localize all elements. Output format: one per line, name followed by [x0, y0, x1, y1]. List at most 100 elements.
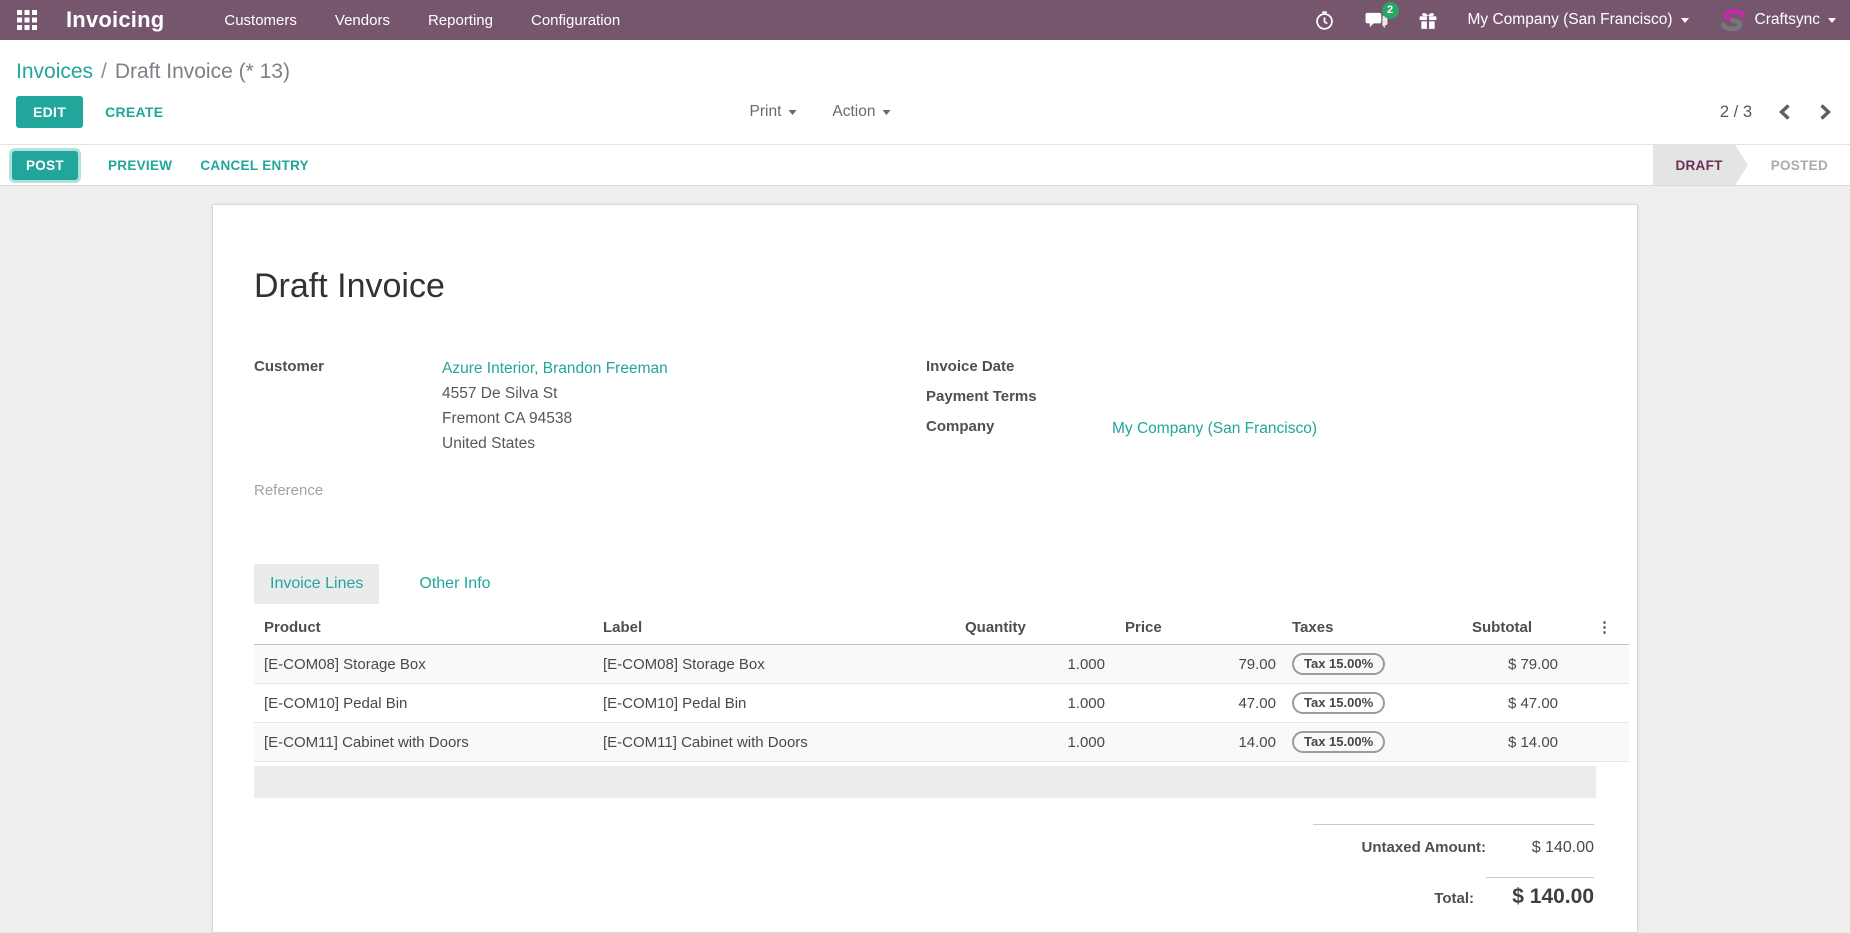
cell-subtotal: $ 14.00 — [1462, 723, 1593, 762]
notebook-tabs: Invoice Lines Other Info — [254, 564, 1596, 604]
chevron-down-icon — [882, 110, 890, 115]
pager-next-button[interactable] — [1817, 102, 1834, 122]
empty-line-row — [254, 766, 1596, 798]
state-draft[interactable]: DRAFT — [1653, 145, 1734, 185]
action-menu-button[interactable]: Action — [832, 103, 890, 121]
customer-field-label: Customer — [254, 356, 442, 375]
untaxed-amount-label: Untaxed Amount: — [1362, 839, 1486, 856]
post-button[interactable]: POST — [12, 151, 78, 180]
cell-label: [E-COM10] Pedal Bin — [593, 684, 955, 723]
apps-grid-icon — [16, 9, 38, 31]
breadcrumb-invoices-link[interactable]: Invoices — [16, 60, 93, 83]
customer-link[interactable]: Azure Interior, Brandon Freeman — [442, 356, 668, 381]
optional-columns-toggle[interactable]: ⋮ — [1593, 610, 1629, 645]
cell-product: [E-COM11] Cabinet with Doors — [254, 723, 593, 762]
main-menu: Customers Vendors Reporting Configuratio… — [224, 8, 620, 33]
tab-other-info[interactable]: Other Info — [403, 564, 506, 604]
cell-quantity: 1.000 — [955, 723, 1115, 762]
print-menu-button[interactable]: Print — [750, 103, 797, 121]
preview-button[interactable]: PREVIEW — [94, 151, 186, 180]
customer-address-line: United States — [442, 431, 668, 456]
form-view-background: Draft Invoice Customer Azure Interior, B… — [0, 186, 1850, 933]
cell-price: 14.00 — [1115, 723, 1286, 762]
cell-subtotal: $ 79.00 — [1462, 645, 1593, 684]
column-header-product[interactable]: Product — [254, 610, 593, 645]
company-switcher[interactable]: My Company (San Francisco) — [1468, 11, 1689, 29]
column-header-label[interactable]: Label — [593, 610, 955, 645]
total-value: $ 140.00 — [1486, 877, 1594, 909]
control-panel: EDIT CREATE Print Action 2 / 3 — [0, 90, 1850, 144]
top-bar: Invoicing Customers Vendors Reporting Co… — [0, 0, 1850, 40]
reference-field-label: Reference — [254, 480, 442, 499]
menu-vendors[interactable]: Vendors — [335, 8, 390, 33]
tab-invoice-lines[interactable]: Invoice Lines — [254, 564, 379, 604]
invoice-sheet: Draft Invoice Customer Azure Interior, B… — [212, 204, 1638, 933]
messages-count-badge: 2 — [1382, 2, 1399, 19]
print-menu-label: Print — [750, 103, 782, 121]
state-pipeline: DRAFT POSTED — [1653, 145, 1850, 185]
edit-button[interactable]: EDIT — [16, 96, 83, 128]
invoice-lines-table: Product Label Quantity Price Taxes Subto… — [254, 610, 1629, 762]
column-header-quantity[interactable]: Quantity — [955, 610, 1115, 645]
cell-product: [E-COM10] Pedal Bin — [254, 684, 593, 723]
tax-badge: Tax 15.00% — [1292, 692, 1385, 714]
column-header-price[interactable]: Price — [1115, 610, 1286, 645]
cell-price: 47.00 — [1115, 684, 1286, 723]
apps-menu-button[interactable] — [14, 7, 40, 33]
chevron-down-icon — [1681, 18, 1689, 23]
pager-previous-button[interactable] — [1776, 102, 1793, 122]
document-title: Draft Invoice — [254, 267, 1596, 306]
menu-customers[interactable]: Customers — [224, 8, 297, 33]
tax-badge: Tax 15.00% — [1292, 653, 1385, 675]
chevron-left-icon — [1778, 104, 1791, 120]
action-menus: Print Action — [750, 103, 891, 121]
cancel-entry-button[interactable]: CANCEL ENTRY — [186, 151, 323, 180]
user-avatar — [1719, 6, 1747, 34]
rewards-button[interactable] — [1418, 10, 1438, 31]
chevron-down-icon — [788, 110, 796, 115]
customer-address-line: Fremont CA 94538 — [442, 406, 668, 431]
totals-block: Untaxed Amount: $ 140.00 Total: $ 140.00 — [1313, 824, 1594, 909]
company-link[interactable]: My Company (San Francisco) — [1112, 420, 1317, 437]
breadcrumb-current: Draft Invoice (* 13) — [115, 60, 290, 83]
menu-reporting[interactable]: Reporting — [428, 8, 493, 33]
table-row[interactable]: [E-COM10] Pedal Bin [E-COM10] Pedal Bin … — [254, 684, 1629, 723]
menu-configuration[interactable]: Configuration — [531, 8, 620, 33]
cell-product: [E-COM08] Storage Box — [254, 645, 593, 684]
clock-icon — [1314, 10, 1335, 31]
column-header-subtotal[interactable]: Subtotal — [1462, 610, 1593, 645]
create-button[interactable]: CREATE — [95, 96, 173, 128]
chevron-down-icon — [1828, 18, 1836, 23]
record-pager: 2 / 3 — [1720, 102, 1834, 122]
company-switcher-label: My Company (San Francisco) — [1468, 11, 1673, 29]
activities-button[interactable] — [1314, 10, 1335, 31]
messages-button[interactable]: 2 — [1365, 10, 1388, 31]
table-row[interactable]: [E-COM11] Cabinet with Doors [E-COM11] C… — [254, 723, 1629, 762]
untaxed-amount-value: $ 140.00 — [1486, 839, 1594, 857]
gift-icon — [1418, 10, 1438, 31]
dots-vertical-icon: ⋮ — [1597, 619, 1612, 636]
user-menu[interactable]: Craftsync — [1719, 6, 1836, 34]
state-posted[interactable]: POSTED — [1749, 145, 1850, 185]
total-label: Total: — [1434, 890, 1474, 907]
payment-terms-field-label: Payment Terms — [926, 386, 1112, 405]
table-header-row: Product Label Quantity Price Taxes Subto… — [254, 610, 1629, 645]
breadcrumb-separator: / — [101, 60, 107, 83]
cell-label: [E-COM08] Storage Box — [593, 645, 955, 684]
status-bar: POST PREVIEW CANCEL ENTRY DRAFT POSTED — [0, 144, 1850, 186]
company-field-label: Company — [926, 416, 1112, 435]
action-menu-label: Action — [832, 103, 875, 121]
table-row[interactable]: [E-COM08] Storage Box [E-COM08] Storage … — [254, 645, 1629, 684]
cell-price: 79.00 — [1115, 645, 1286, 684]
tax-badge: Tax 15.00% — [1292, 731, 1385, 753]
cell-quantity: 1.000 — [955, 645, 1115, 684]
column-header-taxes[interactable]: Taxes — [1286, 610, 1462, 645]
invoice-date-field-label: Invoice Date — [926, 356, 1112, 375]
app-title[interactable]: Invoicing — [66, 7, 164, 33]
customer-address-line: 4557 De Silva St — [442, 381, 668, 406]
field-group: Customer Azure Interior, Brandon Freeman… — [254, 356, 1596, 510]
cell-label: [E-COM11] Cabinet with Doors — [593, 723, 955, 762]
chevron-right-icon — [1819, 104, 1832, 120]
customer-field-value: Azure Interior, Brandon Freeman 4557 De … — [442, 356, 668, 456]
user-name: Craftsync — [1755, 11, 1820, 29]
